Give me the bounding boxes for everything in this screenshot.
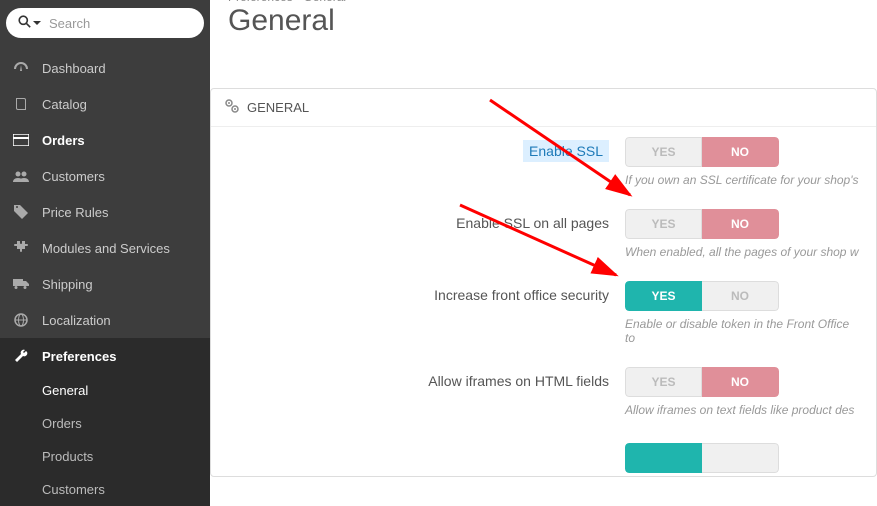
sidebar-item-catalog[interactable]: Catalog — [0, 86, 210, 122]
sidebar-item-shipping[interactable]: Shipping — [0, 266, 210, 302]
toggle-yes[interactable] — [625, 443, 702, 473]
nav-label: Orders — [42, 133, 85, 148]
toggle-no[interactable]: NO — [702, 281, 779, 311]
subnav-item-general[interactable]: General — [0, 374, 210, 407]
sidebar-item-dashboard[interactable]: Dashboard — [0, 50, 210, 86]
toggle-enable-ssl-all[interactable]: YES NO — [625, 209, 779, 239]
sidebar-item-customers[interactable]: Customers — [0, 158, 210, 194]
nav-label: Shipping — [42, 277, 93, 292]
toggle-no[interactable]: NO — [702, 367, 779, 397]
toggle-yes[interactable]: YES — [625, 367, 702, 397]
sidebar: Dashboard Catalog Orders Customers Price… — [0, 0, 210, 506]
nav-label: Price Rules — [42, 205, 108, 220]
search-input[interactable] — [49, 16, 225, 31]
toggle-yes[interactable]: YES — [625, 281, 702, 311]
toggle-no[interactable]: NO — [702, 209, 779, 239]
row-allow-iframes: Allow iframes on HTML fields YES NO Allo… — [211, 357, 876, 429]
subnav-item-products[interactable]: Products — [0, 440, 210, 473]
puzzle-icon — [12, 240, 30, 256]
nav-label: Catalog — [42, 97, 87, 112]
nav-label: Localization — [42, 313, 111, 328]
credit-card-icon — [12, 132, 30, 148]
label-enable-ssl: Enable SSL — [225, 137, 625, 159]
row-fo-security: Increase front office security YES NO En… — [211, 271, 876, 357]
search-icon — [18, 15, 31, 31]
control-col: YES NO If you own an SSL certificate for… — [625, 137, 862, 199]
toggle-allow-iframes[interactable]: YES NO — [625, 367, 779, 397]
users-icon — [12, 168, 30, 184]
subnav: General Orders Products Customers — [0, 374, 210, 506]
label-enable-ssl-all: Enable SSL on all pages — [225, 209, 625, 231]
toggle-fo-security[interactable]: YES NO — [625, 281, 779, 311]
panel-title: GENERAL — [247, 100, 309, 115]
label-fo-security: Increase front office security — [225, 281, 625, 303]
panel-general: GENERAL Enable SSL YES NO If you own an … — [210, 88, 877, 477]
enable-ssl-link[interactable]: Enable SSL — [523, 140, 609, 162]
help-text: When enabled, all the pages of your shop… — [625, 245, 862, 271]
toggle-enable-ssl[interactable]: YES NO — [625, 137, 779, 167]
wrench-icon — [12, 348, 30, 364]
nav-label: Preferences — [42, 349, 116, 364]
toggle-no[interactable]: NO — [702, 137, 779, 167]
help-text: Enable or disable token in the Front Off… — [625, 317, 862, 357]
gears-icon — [225, 99, 239, 116]
control-col: YES NO Enable or disable token in the Fr… — [625, 281, 862, 357]
label-allow-iframes: Allow iframes on HTML fields — [225, 367, 625, 389]
tag-icon — [12, 204, 30, 220]
book-icon — [12, 96, 30, 112]
row-enable-ssl-all: Enable SSL on all pages YES NO When enab… — [211, 199, 876, 271]
control-col: YES NO When enabled, all the pages of yo… — [625, 209, 862, 271]
nav-label: Customers — [42, 169, 105, 184]
truck-icon — [12, 276, 30, 292]
label-next — [225, 439, 625, 445]
toggle-yes[interactable]: YES — [625, 137, 702, 167]
row-enable-ssl: Enable SSL YES NO If you own an SSL cert… — [211, 127, 876, 199]
help-text: If you own an SSL certificate for your s… — [625, 173, 862, 199]
toggle-no[interactable] — [702, 443, 779, 473]
sidebar-item-localization[interactable]: Localization — [0, 302, 210, 338]
control-col — [625, 439, 862, 476]
search-box[interactable] — [6, 8, 204, 38]
help-text: Allow iframes on text fields like produc… — [625, 403, 862, 429]
subnav-item-orders[interactable]: Orders — [0, 407, 210, 440]
toggle-next[interactable] — [625, 443, 779, 473]
row-next — [211, 429, 876, 476]
panel-header: GENERAL — [211, 89, 876, 127]
subnav-item-customers[interactable]: Customers — [0, 473, 210, 506]
sidebar-item-orders[interactable]: Orders — [0, 122, 210, 158]
page-title: General — [210, 4, 877, 52]
nav-label: Dashboard — [42, 61, 106, 76]
toggle-yes[interactable]: YES — [625, 209, 702, 239]
sidebar-item-preferences[interactable]: Preferences — [0, 338, 210, 374]
globe-icon — [12, 312, 30, 328]
caret-down-icon[interactable] — [33, 21, 41, 25]
dashboard-icon — [12, 60, 30, 76]
sidebar-item-modules[interactable]: Modules and Services — [0, 230, 210, 266]
nav: Dashboard Catalog Orders Customers Price… — [0, 50, 210, 506]
nav-label: Modules and Services — [42, 241, 170, 256]
sidebar-item-price-rules[interactable]: Price Rules — [0, 194, 210, 230]
control-col: YES NO Allow iframes on text fields like… — [625, 367, 862, 429]
search-wrap — [0, 0, 210, 50]
main: Preferences › General General GENERAL En… — [210, 0, 877, 506]
